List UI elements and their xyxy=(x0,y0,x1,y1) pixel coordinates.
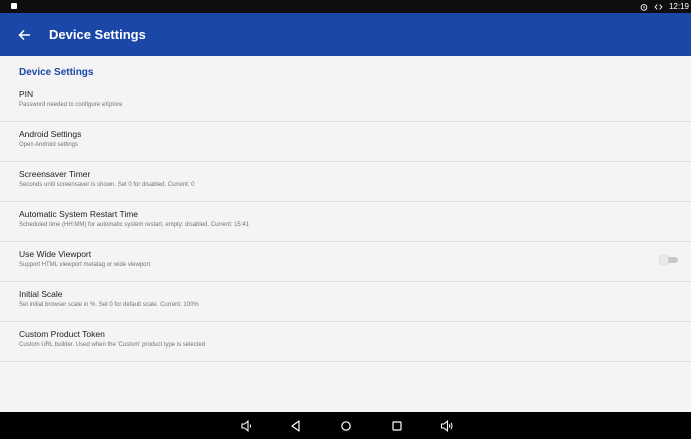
pref-use-wide-viewport[interactable]: Use Wide Viewport Support HTML viewport … xyxy=(0,242,691,282)
pref-title: Initial Scale xyxy=(19,289,63,299)
back-arrow-icon[interactable] xyxy=(17,28,31,42)
pref-summary: Scheduled time (HH:MM) for automatic sys… xyxy=(19,222,250,228)
volume-up-icon[interactable] xyxy=(439,418,455,434)
notification-icon xyxy=(11,3,17,9)
pref-summary: Set initial browser scale in %. Set 0 fo… xyxy=(19,302,199,308)
pref-pin[interactable]: PIN Password needed to configure eXplore xyxy=(0,82,691,122)
pref-summary: Seconds until screensaver is shown. Set … xyxy=(19,182,195,188)
app-bar: Device Settings xyxy=(0,13,691,56)
pref-title: Custom Product Token xyxy=(19,329,105,339)
alarm-icon xyxy=(640,3,648,11)
pref-title: Use Wide Viewport xyxy=(19,249,92,259)
volume-down-icon[interactable] xyxy=(239,418,255,434)
pref-summary: Custom URL builder. Used when the 'Custo… xyxy=(19,342,206,348)
status-bar: 12:19 xyxy=(0,0,691,13)
pref-screensaver-timer[interactable]: Screensaver Timer Seconds until screensa… xyxy=(0,162,691,202)
pref-android-settings[interactable]: Android Settings Open Android settings xyxy=(0,122,691,162)
pref-automatic-restart-time[interactable]: Automatic System Restart Time Scheduled … xyxy=(0,202,691,242)
status-right-group: 12:19 xyxy=(640,1,689,12)
pref-title: Android Settings xyxy=(19,129,82,139)
section-header: Device Settings xyxy=(19,67,94,78)
pref-title: Screensaver Timer xyxy=(19,169,91,179)
pref-title: PIN xyxy=(19,89,34,99)
pref-summary: Support HTML viewport metatag or wide vi… xyxy=(19,262,151,268)
wide-viewport-toggle[interactable] xyxy=(659,255,679,265)
navigation-bar xyxy=(0,412,691,439)
pref-summary: Open Android settings xyxy=(19,142,79,148)
pref-custom-product-token[interactable]: Custom Product Token Custom URL builder.… xyxy=(0,322,691,362)
pref-initial-scale[interactable]: Initial Scale Set initial browser scale … xyxy=(0,282,691,322)
pref-summary: Password needed to configure eXplore xyxy=(19,102,123,108)
code-icon xyxy=(654,3,663,10)
settings-list: Device Settings PIN Password needed to c… xyxy=(0,56,691,412)
back-icon[interactable] xyxy=(288,418,304,434)
toggle-thumb xyxy=(659,255,669,265)
recents-icon[interactable] xyxy=(389,418,405,434)
home-icon[interactable] xyxy=(338,418,354,434)
status-time: 12:19 xyxy=(668,2,689,11)
pref-title: Automatic System Restart Time xyxy=(19,209,139,219)
android-screen: 12:19 Device Settings Device Settings PI… xyxy=(0,0,691,439)
app-bar-title: Device Settings xyxy=(49,27,146,42)
